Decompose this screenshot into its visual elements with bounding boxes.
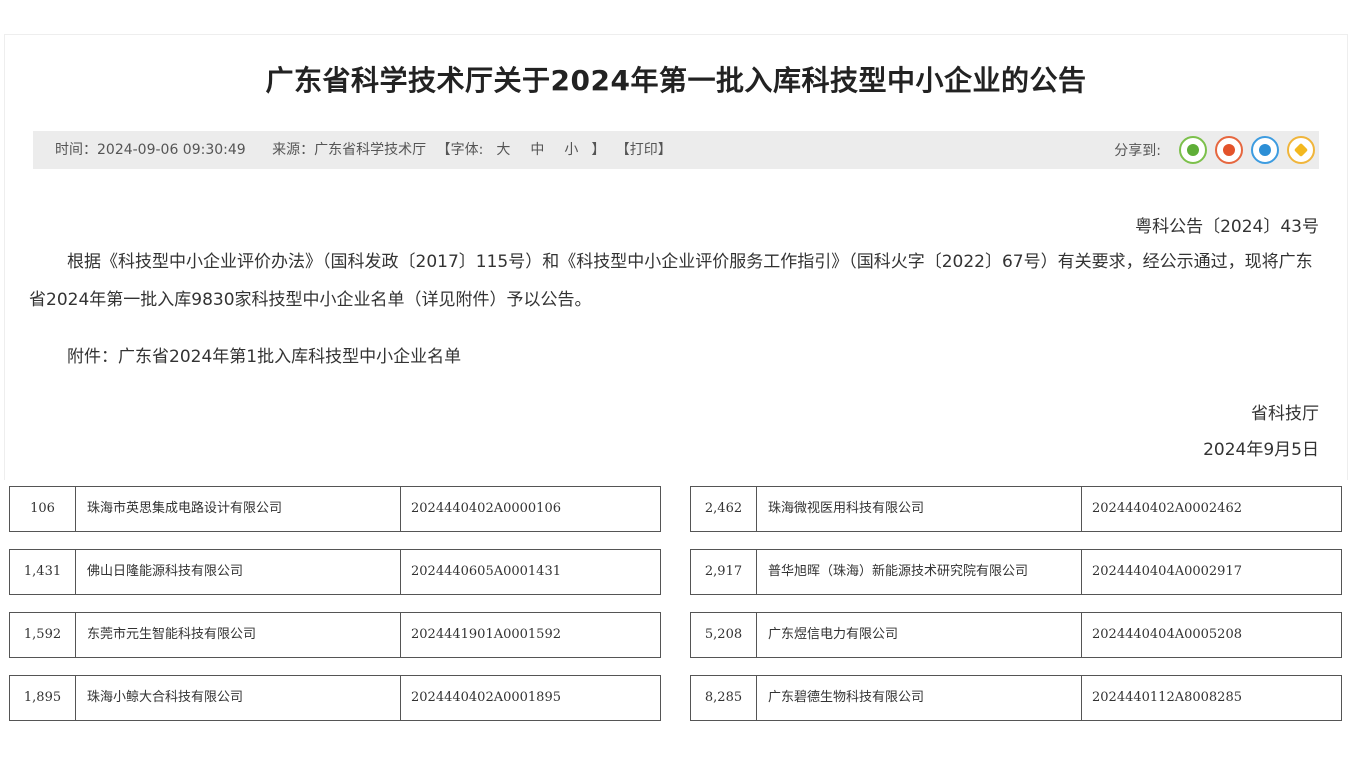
table-row: 1,895 珠海小鲸大合科技有限公司 2024440402A0001895: [9, 675, 661, 721]
source-label: 来源：广东省科学技术厅: [272, 142, 427, 158]
publish-time: 时间：2024-09-06 09:30:49: [55, 142, 246, 158]
company-name: 珠海微视医用科技有限公司: [756, 487, 1081, 531]
row-number: 5,208: [690, 613, 756, 657]
font-size-open: 【字体:: [436, 142, 484, 158]
table-row: 8,285 广东碧德生物科技有限公司 2024440112A8008285: [690, 675, 1342, 721]
table-row: 1,592 东莞市元生智能科技有限公司 2024441901A0001592: [9, 612, 661, 658]
page-title: 广东省科学技术厅关于2024年第一批入库科技型中小企业的公告: [265, 64, 1087, 97]
meta-bar: 时间：2024-09-06 09:30:49 来源：广东省科学技术厅 【字体: 大…: [33, 131, 1319, 169]
company-name: 东莞市元生智能科技有限公司: [75, 613, 400, 657]
registration-code: 2024441901A0001592: [400, 613, 661, 657]
registration-code: 2024440605A0001431: [400, 550, 661, 594]
attachment-link[interactable]: 附件：广东省2024年第1批入库科技型中小企业名单: [67, 342, 461, 367]
share-label: 分享到:: [1114, 143, 1161, 159]
font-size-small-link[interactable]: 小: [557, 142, 585, 158]
row-number: 2,462: [690, 487, 756, 531]
registration-code: 2024440402A0002462: [1081, 487, 1342, 531]
font-size-large-link[interactable]: 大: [489, 142, 517, 158]
favorite-icon[interactable]: [1287, 136, 1315, 164]
company-name: 佛山日隆能源科技有限公司: [75, 550, 400, 594]
company-table-left: 106 珠海市英思集成电路设计有限公司 2024440402A0000106 1…: [9, 486, 661, 738]
body-paragraph: 根据《科技型中小企业评价办法》（国科发政〔2017〕115号）和《科技型中小企业…: [29, 252, 1313, 310]
registration-code: 2024440404A0005208: [1081, 613, 1342, 657]
table-row: 2,462 珠海微视医用科技有限公司 2024440402A0002462: [690, 486, 1342, 532]
company-name: 广东碧德生物科技有限公司: [756, 676, 1081, 720]
article-panel: 广东省科学技术厅关于2024年第一批入库科技型中小企业的公告 时间：2024-0…: [4, 34, 1348, 480]
row-number: 2,917: [690, 550, 756, 594]
registration-code: 2024440402A0000106: [400, 487, 661, 531]
registration-code: 2024440112A8008285: [1081, 676, 1342, 720]
table-row: 2,917 普华旭晖（珠海）新能源技术研究院有限公司 2024440404A00…: [690, 549, 1342, 595]
company-name: 珠海市英思集成电路设计有限公司: [75, 487, 400, 531]
share-bar: 分享到:: [1114, 134, 1315, 166]
registration-code: 2024440402A0001895: [400, 676, 661, 720]
font-size-medium-link[interactable]: 中: [523, 142, 551, 158]
row-number: 106: [9, 487, 75, 531]
wechat-icon[interactable]: [1179, 136, 1207, 164]
meta-info: 时间：2024-09-06 09:30:49 来源：广东省科学技术厅 【字体: 大…: [55, 131, 678, 169]
registration-code: 2024440404A0002917: [1081, 550, 1342, 594]
qq-icon[interactable]: [1251, 136, 1279, 164]
company-name: 广东煜信电力有限公司: [756, 613, 1081, 657]
table-row: 1,431 佛山日隆能源科技有限公司 2024440605A0001431: [9, 549, 661, 595]
company-table-right: 2,462 珠海微视医用科技有限公司 2024440402A0002462 2,…: [690, 486, 1342, 738]
print-link[interactable]: 【打印】: [616, 142, 672, 158]
row-number: 8,285: [690, 676, 756, 720]
row-number: 1,592: [9, 613, 75, 657]
document-number: 粤科公告〔2024〕43号: [1135, 217, 1319, 237]
table-row: 5,208 广东煜信电力有限公司 2024440404A0005208: [690, 612, 1342, 658]
font-size-close: 】: [591, 142, 606, 158]
row-number: 1,895: [9, 676, 75, 720]
company-name: 珠海小鲸大合科技有限公司: [75, 676, 400, 720]
company-name: 普华旭晖（珠海）新能源技术研究院有限公司: [756, 550, 1081, 594]
weibo-icon[interactable]: [1215, 136, 1243, 164]
table-row: 106 珠海市英思集成电路设计有限公司 2024440402A0000106: [9, 486, 661, 532]
row-number: 1,431: [9, 550, 75, 594]
signature-date: 2024年9月5日: [1203, 440, 1319, 460]
signature: 省科技厅: [1251, 404, 1319, 424]
